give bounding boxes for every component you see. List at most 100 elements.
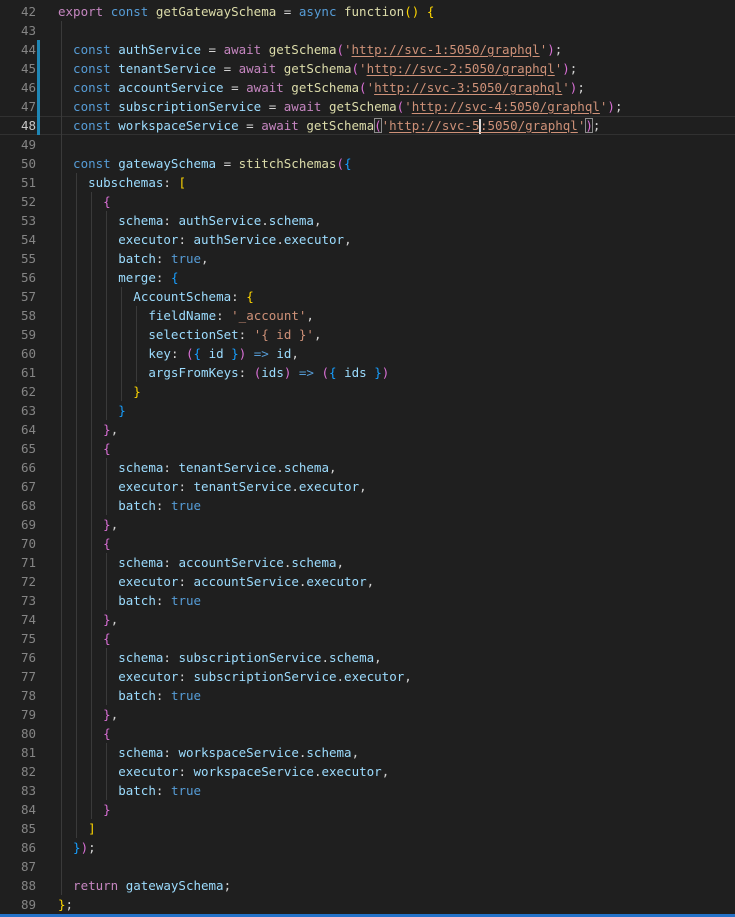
code-line[interactable]: 45const tenantService = await getSchema(… xyxy=(0,59,735,78)
code-token: ids xyxy=(337,365,375,380)
code-line[interactable]: 52{ xyxy=(0,192,735,211)
code-line[interactable]: 63} xyxy=(0,401,735,420)
line-number[interactable]: 62 xyxy=(0,382,36,401)
code-line[interactable]: 54executor: authService.executor, xyxy=(0,230,735,249)
indent-guide xyxy=(91,306,92,325)
line-number[interactable]: 88 xyxy=(0,876,36,895)
line-number[interactable]: 83 xyxy=(0,781,36,800)
code-line[interactable]: 79}, xyxy=(0,705,735,724)
line-number[interactable]: 45 xyxy=(0,59,36,78)
line-number[interactable]: 73 xyxy=(0,591,36,610)
code-line[interactable]: 59selectionSet: '{ id }', xyxy=(0,325,735,344)
code-line[interactable]: 62} xyxy=(0,382,735,401)
line-number[interactable]: 67 xyxy=(0,477,36,496)
code-line[interactable]: 69}, xyxy=(0,515,735,534)
line-number[interactable]: 74 xyxy=(0,610,36,629)
line-number[interactable]: 42 xyxy=(0,2,36,21)
line-number[interactable]: 84 xyxy=(0,800,36,819)
line-number[interactable]: 58 xyxy=(0,306,36,325)
line-number[interactable]: 57 xyxy=(0,287,36,306)
code-line[interactable]: 88return gatewaySchema; xyxy=(0,876,735,895)
code-line[interactable]: 78batch: true xyxy=(0,686,735,705)
line-number[interactable]: 76 xyxy=(0,648,36,667)
line-number[interactable]: 51 xyxy=(0,173,36,192)
code-line[interactable]: 46const accountService = await getSchema… xyxy=(0,78,735,97)
line-number[interactable]: 65 xyxy=(0,439,36,458)
line-number[interactable]: 89 xyxy=(0,895,36,914)
line-number[interactable]: 79 xyxy=(0,705,36,724)
code-line[interactable]: 74}, xyxy=(0,610,735,629)
code-line[interactable]: 42export const getGatewaySchema = async … xyxy=(0,2,735,21)
line-number[interactable]: 49 xyxy=(0,135,36,154)
code-line[interactable]: 67executor: tenantService.executor, xyxy=(0,477,735,496)
line-number[interactable]: 63 xyxy=(0,401,36,420)
code-line[interactable]: 85] xyxy=(0,819,735,838)
code-line[interactable]: 83batch: true xyxy=(0,781,735,800)
line-number[interactable]: 69 xyxy=(0,515,36,534)
line-number[interactable]: 46 xyxy=(0,78,36,97)
code-line[interactable]: 58fieldName: '_account', xyxy=(0,306,735,325)
code-line[interactable]: 47const subscriptionService = await getS… xyxy=(0,97,735,116)
line-number[interactable]: 77 xyxy=(0,667,36,686)
line-number[interactable]: 85 xyxy=(0,819,36,838)
line-number[interactable]: 80 xyxy=(0,724,36,743)
line-number[interactable]: 48 xyxy=(0,116,36,135)
line-number[interactable]: 68 xyxy=(0,496,36,515)
code-line[interactable]: 66schema: tenantService.schema, xyxy=(0,458,735,477)
line-number[interactable]: 55 xyxy=(0,249,36,268)
code-line[interactable]: 56merge: { xyxy=(0,268,735,287)
line-number[interactable]: 43 xyxy=(0,21,36,40)
code-line[interactable]: 50const gatewaySchema = stitchSchemas({ xyxy=(0,154,735,173)
line-number[interactable]: 53 xyxy=(0,211,36,230)
code-line[interactable]: 57AccountSchema: { xyxy=(0,287,735,306)
line-number[interactable]: 87 xyxy=(0,857,36,876)
line-number[interactable]: 66 xyxy=(0,458,36,477)
code-line[interactable]: 68batch: true xyxy=(0,496,735,515)
code-token: ] xyxy=(88,821,96,836)
code-line[interactable]: 77executor: subscriptionService.executor… xyxy=(0,667,735,686)
code-line[interactable]: 55batch: true, xyxy=(0,249,735,268)
line-number[interactable]: 61 xyxy=(0,363,36,382)
line-number[interactable]: 72 xyxy=(0,572,36,591)
line-number[interactable]: 44 xyxy=(0,40,36,59)
code-line[interactable]: 73batch: true xyxy=(0,591,735,610)
line-number[interactable]: 82 xyxy=(0,762,36,781)
code-line[interactable]: 82executor: workspaceService.executor, xyxy=(0,762,735,781)
code-line[interactable]: 51subschemas: [ xyxy=(0,173,735,192)
code-line[interactable]: 80{ xyxy=(0,724,735,743)
line-number[interactable]: 75 xyxy=(0,629,36,648)
line-number[interactable]: 56 xyxy=(0,268,36,287)
code-line[interactable]: 48const workspaceService = await getSche… xyxy=(0,116,735,135)
line-number[interactable]: 70 xyxy=(0,534,36,553)
line-number[interactable]: 81 xyxy=(0,743,36,762)
code-line[interactable]: 87 xyxy=(0,857,735,876)
code-line[interactable]: 65{ xyxy=(0,439,735,458)
code-line[interactable]: 81schema: workspaceService.schema, xyxy=(0,743,735,762)
line-number[interactable]: 64 xyxy=(0,420,36,439)
code-line[interactable]: 64}, xyxy=(0,420,735,439)
code-line[interactable]: 89}; xyxy=(0,895,735,914)
code-line[interactable]: 49 xyxy=(0,135,735,154)
line-number[interactable]: 59 xyxy=(0,325,36,344)
code-line[interactable]: 61argsFromKeys: (ids) => ({ ids }) xyxy=(0,363,735,382)
line-number[interactable]: 78 xyxy=(0,686,36,705)
code-line[interactable]: 84} xyxy=(0,800,735,819)
code-line[interactable]: 75{ xyxy=(0,629,735,648)
code-line[interactable]: 53schema: authService.schema, xyxy=(0,211,735,230)
code-line[interactable]: 71schema: accountService.schema, xyxy=(0,553,735,572)
line-number[interactable]: 50 xyxy=(0,154,36,173)
code-line[interactable]: 86}); xyxy=(0,838,735,857)
code-line[interactable]: 70{ xyxy=(0,534,735,553)
code-line[interactable]: 44const authService = await getSchema('h… xyxy=(0,40,735,59)
line-number[interactable]: 52 xyxy=(0,192,36,211)
line-number[interactable]: 86 xyxy=(0,838,36,857)
line-number[interactable]: 54 xyxy=(0,230,36,249)
line-number[interactable]: 47 xyxy=(0,97,36,116)
line-number[interactable]: 60 xyxy=(0,344,36,363)
line-number[interactable]: 71 xyxy=(0,553,36,572)
code-line[interactable]: 43 xyxy=(0,21,735,40)
code-line[interactable]: 76schema: subscriptionService.schema, xyxy=(0,648,735,667)
code-line[interactable]: 60key: ({ id }) => id, xyxy=(0,344,735,363)
code-token: ) xyxy=(382,365,390,380)
code-line[interactable]: 72executor: accountService.executor, xyxy=(0,572,735,591)
